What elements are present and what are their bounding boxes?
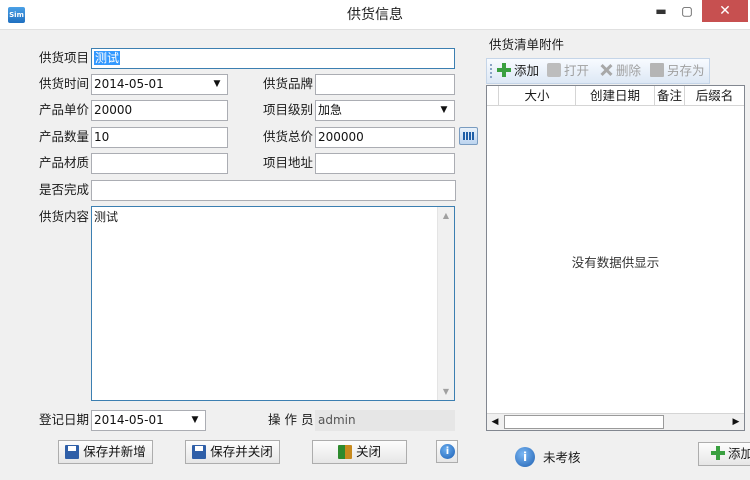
content-textarea[interactable]: 测试 ▲ ▼ (91, 206, 455, 401)
supply-time-value: 2014-05-01 (94, 77, 164, 91)
address-field[interactable] (315, 153, 455, 174)
delete-attachment-button[interactable]: 删除 (599, 59, 641, 83)
save-as-label: 另存为 (667, 63, 705, 78)
level-select[interactable]: 加急 ▼ (315, 100, 455, 121)
delete-label: 删除 (616, 63, 642, 78)
close-window-button[interactable]: ✕ (702, 0, 748, 22)
operator-label: 操 作 员 (268, 412, 314, 427)
chevron-down-icon[interactable]: ▼ (437, 101, 451, 120)
brand-field[interactable] (315, 74, 455, 95)
total-label: 供货总价 (263, 129, 314, 144)
calculator-icon[interactable] (459, 127, 478, 145)
scroll-up-icon[interactable]: ▲ (438, 207, 454, 224)
chevron-down-icon[interactable]: ▼ (210, 75, 224, 94)
material-field[interactable] (91, 153, 228, 174)
toolbar-grip[interactable] (490, 64, 492, 78)
column-header[interactable]: 创建日期 (576, 86, 655, 106)
register-date-picker[interactable]: 2014-05-01 ▼ (91, 410, 206, 431)
save-icon (65, 445, 80, 459)
operator-field: admin (315, 410, 455, 431)
attachments-toolbar: 添加 打开 删除 另存为 (486, 58, 710, 84)
column-header[interactable]: 大小 (499, 86, 576, 106)
open-attachment-button[interactable]: 打开 (547, 59, 589, 83)
add-button[interactable]: 添加 (698, 442, 750, 466)
empty-grid-message: 没有数据供显示 (571, 255, 660, 270)
audit-status: 未考核 (543, 450, 581, 465)
column-header[interactable]: 后缀名 (685, 86, 744, 106)
completed-label: 是否完成 (39, 182, 90, 197)
plus-icon (497, 63, 511, 77)
save-and-close-label: 保存并关闭 (210, 444, 273, 459)
address-label: 项目地址 (263, 155, 314, 170)
content-text: 测试 (94, 210, 119, 224)
title-bar: Sim 供货信息 ▬ ▢ ✕ (0, 0, 750, 30)
open-label: 打开 (564, 63, 590, 78)
exit-icon (337, 445, 352, 459)
register-date-value: 2014-05-01 (94, 413, 164, 427)
add-attachment-button[interactable]: 添加 (497, 59, 539, 83)
save-and-close-button[interactable]: 保存并关闭 (185, 440, 280, 464)
plus-icon (711, 446, 725, 460)
save-icon (192, 445, 207, 459)
scroll-right-icon[interactable]: ▶ (728, 414, 744, 430)
unit-price-field[interactable]: 20000 (91, 100, 228, 121)
add-button-label: 添加 (728, 446, 750, 461)
scroll-down-icon[interactable]: ▼ (438, 383, 454, 400)
unit-price-label: 产品单价 (39, 102, 90, 117)
supply-time-picker[interactable]: 2014-05-01 ▼ (91, 74, 228, 95)
close-button[interactable]: 关闭 (312, 440, 407, 464)
quantity-label: 产品数量 (39, 129, 90, 144)
column-header[interactable]: 备注 (655, 86, 685, 106)
project-label: 供货项目 (39, 50, 90, 65)
scrollbar-thumb[interactable] (504, 415, 664, 429)
minimize-button[interactable]: ▬ (650, 0, 672, 22)
total-field[interactable]: 200000 (315, 127, 455, 148)
window-title: 供货信息 (347, 7, 403, 23)
close-label: 关闭 (355, 444, 381, 459)
scroll-left-icon[interactable]: ◀ (487, 414, 503, 430)
save-and-new-label: 保存并新增 (83, 444, 146, 459)
open-icon (547, 63, 561, 77)
info-button[interactable]: i (436, 440, 458, 463)
level-label: 项目级别 (263, 102, 314, 117)
grid-horizontal-scrollbar[interactable]: ◀ ▶ (487, 413, 744, 430)
quantity-field[interactable]: 10 (91, 127, 228, 148)
save-as-icon (650, 63, 664, 77)
chevron-down-icon[interactable]: ▼ (188, 411, 202, 430)
grid-header: 大小 创建日期 备注 后缀名 (487, 86, 744, 106)
add-label: 添加 (514, 63, 540, 78)
project-field[interactable]: 测试 (91, 48, 455, 69)
info-icon: i (515, 447, 535, 467)
project-value: 测试 (94, 51, 121, 65)
register-date-label: 登记日期 (39, 412, 90, 427)
save-as-button[interactable]: 另存为 (650, 59, 705, 83)
level-value: 加急 (318, 103, 343, 117)
maximize-button[interactable]: ▢ (676, 0, 698, 22)
supply-time-label: 供货时间 (39, 76, 90, 91)
delete-icon (599, 63, 613, 77)
column-header[interactable] (487, 86, 499, 106)
save-and-new-button[interactable]: 保存并新增 (58, 440, 153, 464)
material-label: 产品材质 (39, 155, 90, 170)
attachments-title: 供货清单附件 (489, 37, 565, 52)
content-scrollbar[interactable]: ▲ ▼ (437, 207, 454, 400)
attachments-grid[interactable]: 大小 创建日期 备注 后缀名 没有数据供显示 ◀ ▶ (486, 85, 745, 431)
brand-label: 供货品牌 (263, 76, 314, 91)
content-label: 供货内容 (39, 209, 90, 224)
info-icon: i (440, 444, 455, 459)
completed-field[interactable] (91, 180, 456, 201)
